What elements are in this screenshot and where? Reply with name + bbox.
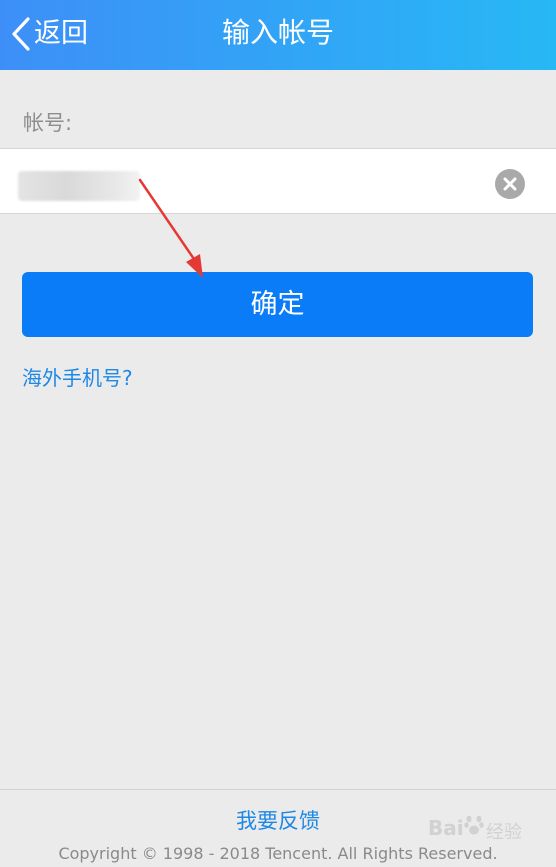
annotation-arrow-icon (138, 178, 203, 278)
clear-input-button[interactable] (495, 169, 525, 199)
confirm-button[interactable]: 确定 (22, 272, 533, 337)
close-circle-icon (495, 169, 525, 199)
redacted-account-text (18, 171, 140, 201)
account-label: 帐号: (23, 111, 73, 135)
account-input-row (0, 148, 556, 215)
back-label: 返回 (34, 18, 88, 49)
footer-divider (0, 789, 556, 790)
back-button[interactable]: 返回 (10, 12, 88, 56)
overseas-phone-link[interactable]: 海外手机号? (22, 364, 133, 392)
copyright-text: Copyright © 1998 - 2018 Tencent. All Rig… (58, 844, 498, 863)
header-bar: 输入帐号 返回 (0, 0, 556, 70)
feedback-link-container: 我要反馈 (0, 806, 556, 836)
feedback-link[interactable]: 我要反馈 (236, 809, 320, 833)
chevron-left-icon (10, 16, 32, 52)
